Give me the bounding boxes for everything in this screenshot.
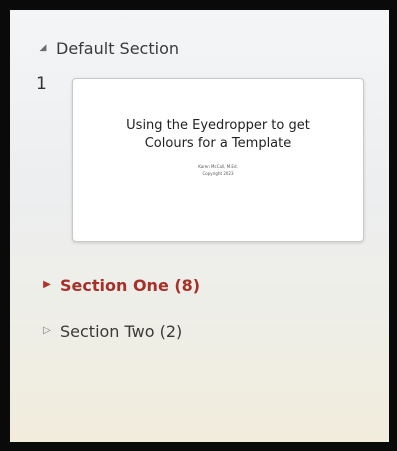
section-header-section-one[interactable]: ▶ Section One (8) <box>34 273 200 297</box>
slide-number: 1 <box>36 74 47 94</box>
slide-thumbnail[interactable]: Using the Eyedropper to get Colours for … <box>72 78 364 242</box>
section-header-section-two[interactable]: ▷ Section Two (2) <box>34 319 182 343</box>
slide-copyright: Copyright 2023 <box>202 171 234 176</box>
section-label: Section Two (2) <box>60 321 183 341</box>
slide-title-line-1: Using the Eyedropper to get <box>126 118 310 133</box>
section-label: Section One (8) <box>60 275 201 295</box>
slide-author: Karen McCall, M.Ed. <box>198 164 238 169</box>
section-label: Default Section <box>56 38 179 58</box>
slide-title-line-2: Colours for a Template <box>144 136 292 151</box>
slide-title: Using the Eyedropper to get Colours for … <box>93 117 343 153</box>
collapse-triangle-icon[interactable]: ◢ <box>30 36 56 60</box>
slide-navigation-pane: ◢ Default Section 1 Using the Eyedropper… <box>10 10 389 442</box>
window-frame: ◢ Default Section 1 Using the Eyedropper… <box>0 0 397 451</box>
expand-triangle-outline-icon[interactable]: ▷ <box>34 319 60 343</box>
expand-triangle-icon[interactable]: ▶ <box>34 273 60 297</box>
section-header-default[interactable]: ◢ Default Section <box>30 36 179 60</box>
